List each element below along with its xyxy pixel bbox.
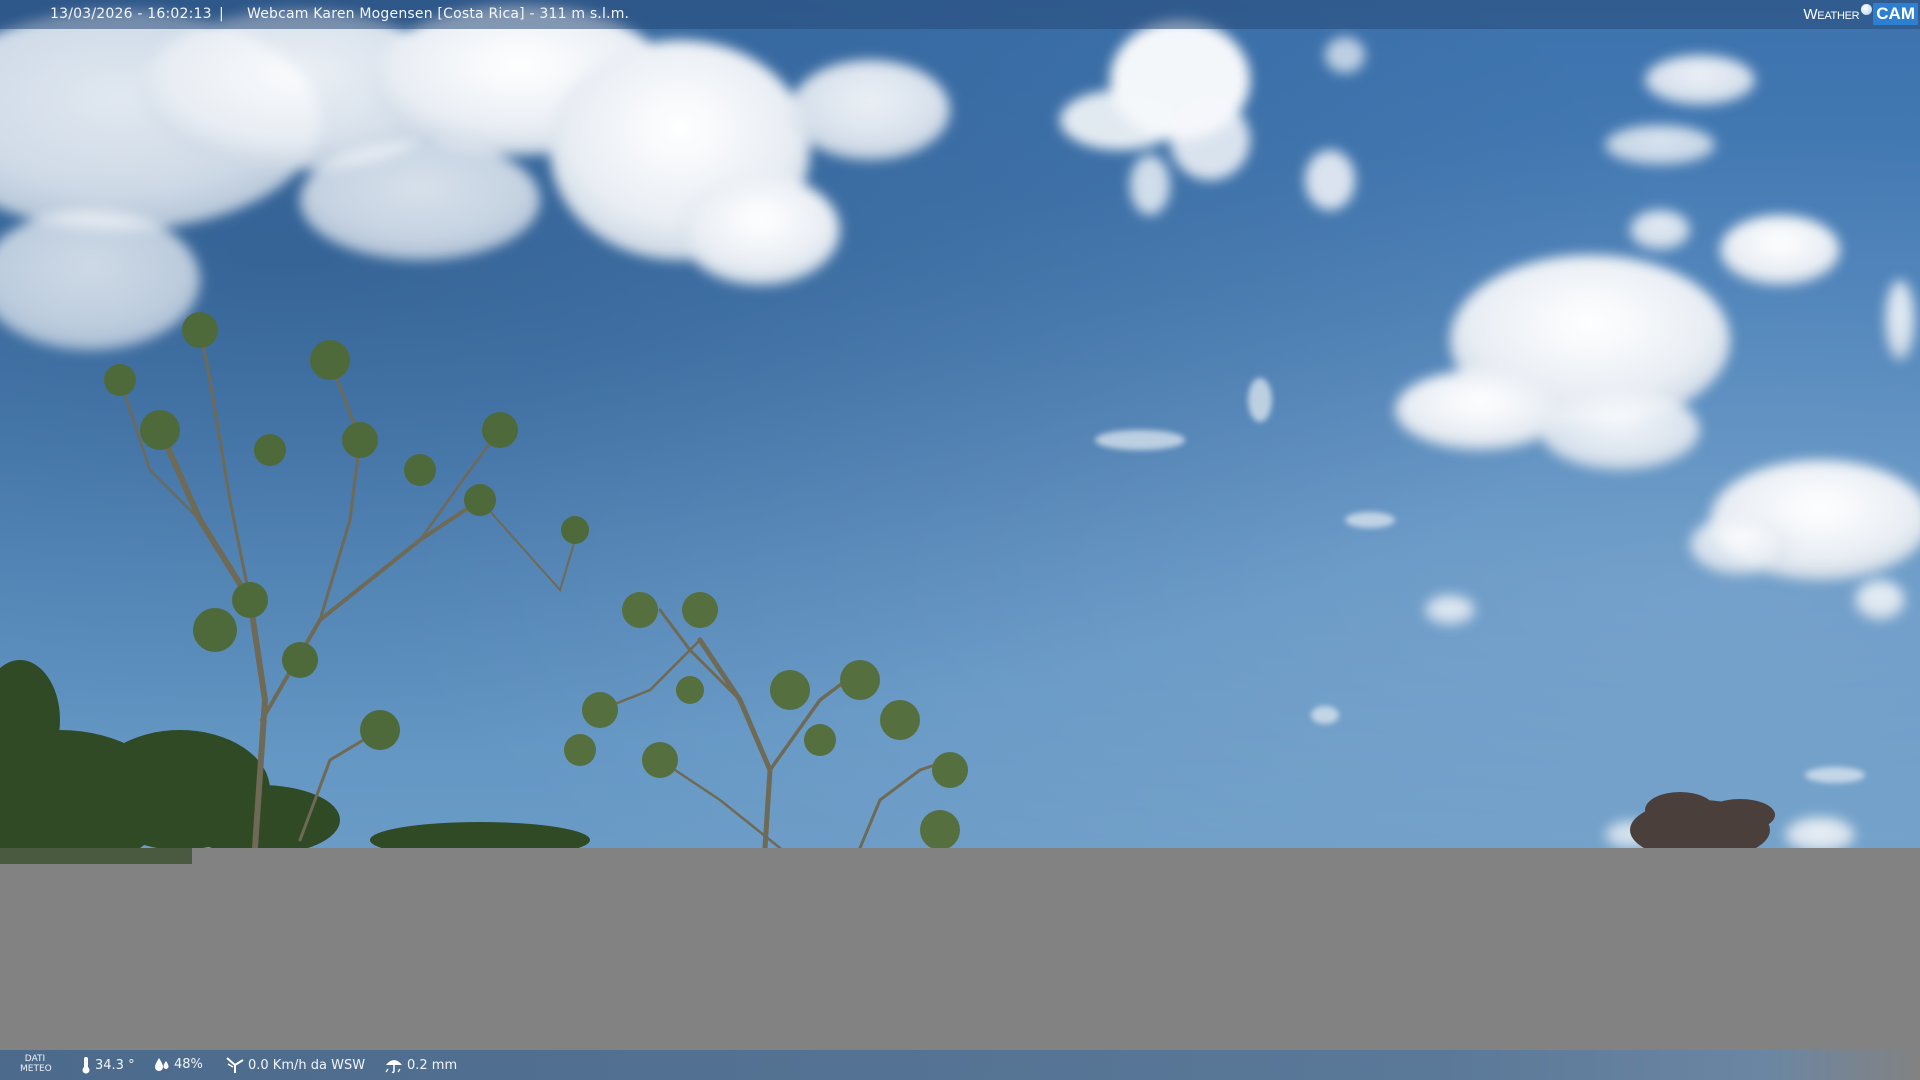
tree-right	[1630, 792, 1775, 848]
foliage-left	[0, 660, 590, 848]
cloud-top-left	[0, 5, 950, 350]
webcam-image	[0, 0, 1920, 848]
cloud-right	[1395, 55, 1920, 848]
humidity-value: 48%	[174, 1056, 203, 1072]
dati-line-1: DATI	[24, 1054, 46, 1064]
rain-icon	[385, 1060, 402, 1074]
header-separator: |	[219, 6, 224, 22]
temperature-value: 34.3 °	[95, 1057, 135, 1073]
image-dark-strip	[0, 848, 192, 864]
top-info-bar: 13/03/2026 - 16:02:13 | Webcam Karen Mog…	[0, 0, 1920, 29]
weather-data-bar: DATI METEO 34.3 ° 48% 0.0 Km/h da WSW 0.…	[0, 1050, 1920, 1080]
image-gray-area	[0, 848, 1920, 1050]
webcam-frame: 13/03/2026 - 16:02:13 | Webcam Karen Mog…	[0, 0, 1920, 1080]
humidity-readout: 48%	[153, 1056, 203, 1072]
dati-line-2: METEO	[20, 1064, 52, 1074]
globe-icon	[1861, 3, 1873, 15]
scene-illustration	[0, 5, 1920, 848]
brand-weather-text: Weather	[1803, 5, 1860, 23]
humidity-icon	[155, 1058, 169, 1071]
timestamp: 13/03/2026 - 16:02:13	[50, 6, 212, 22]
weathercam-logo: Weather CAM	[1803, 1, 1918, 27]
temperature-readout: 34.3 °	[80, 1056, 135, 1074]
wind-value: 0.0 Km/h da WSW	[248, 1057, 366, 1073]
cloud-top-center	[1060, 20, 1365, 215]
dati-meteo-label: DATI METEO	[20, 1054, 52, 1074]
thermometer-icon	[82, 1057, 90, 1074]
brand-cam-text: CAM	[1873, 3, 1918, 25]
rain-readout: 0.2 mm	[384, 1056, 457, 1074]
rain-value: 0.2 mm	[407, 1057, 458, 1073]
wind-icon	[226, 1057, 244, 1073]
webcam-title: Webcam Karen Mogensen [Costa Rica] - 311…	[247, 6, 630, 22]
wind-readout: 0.0 Km/h da WSW	[225, 1056, 365, 1074]
